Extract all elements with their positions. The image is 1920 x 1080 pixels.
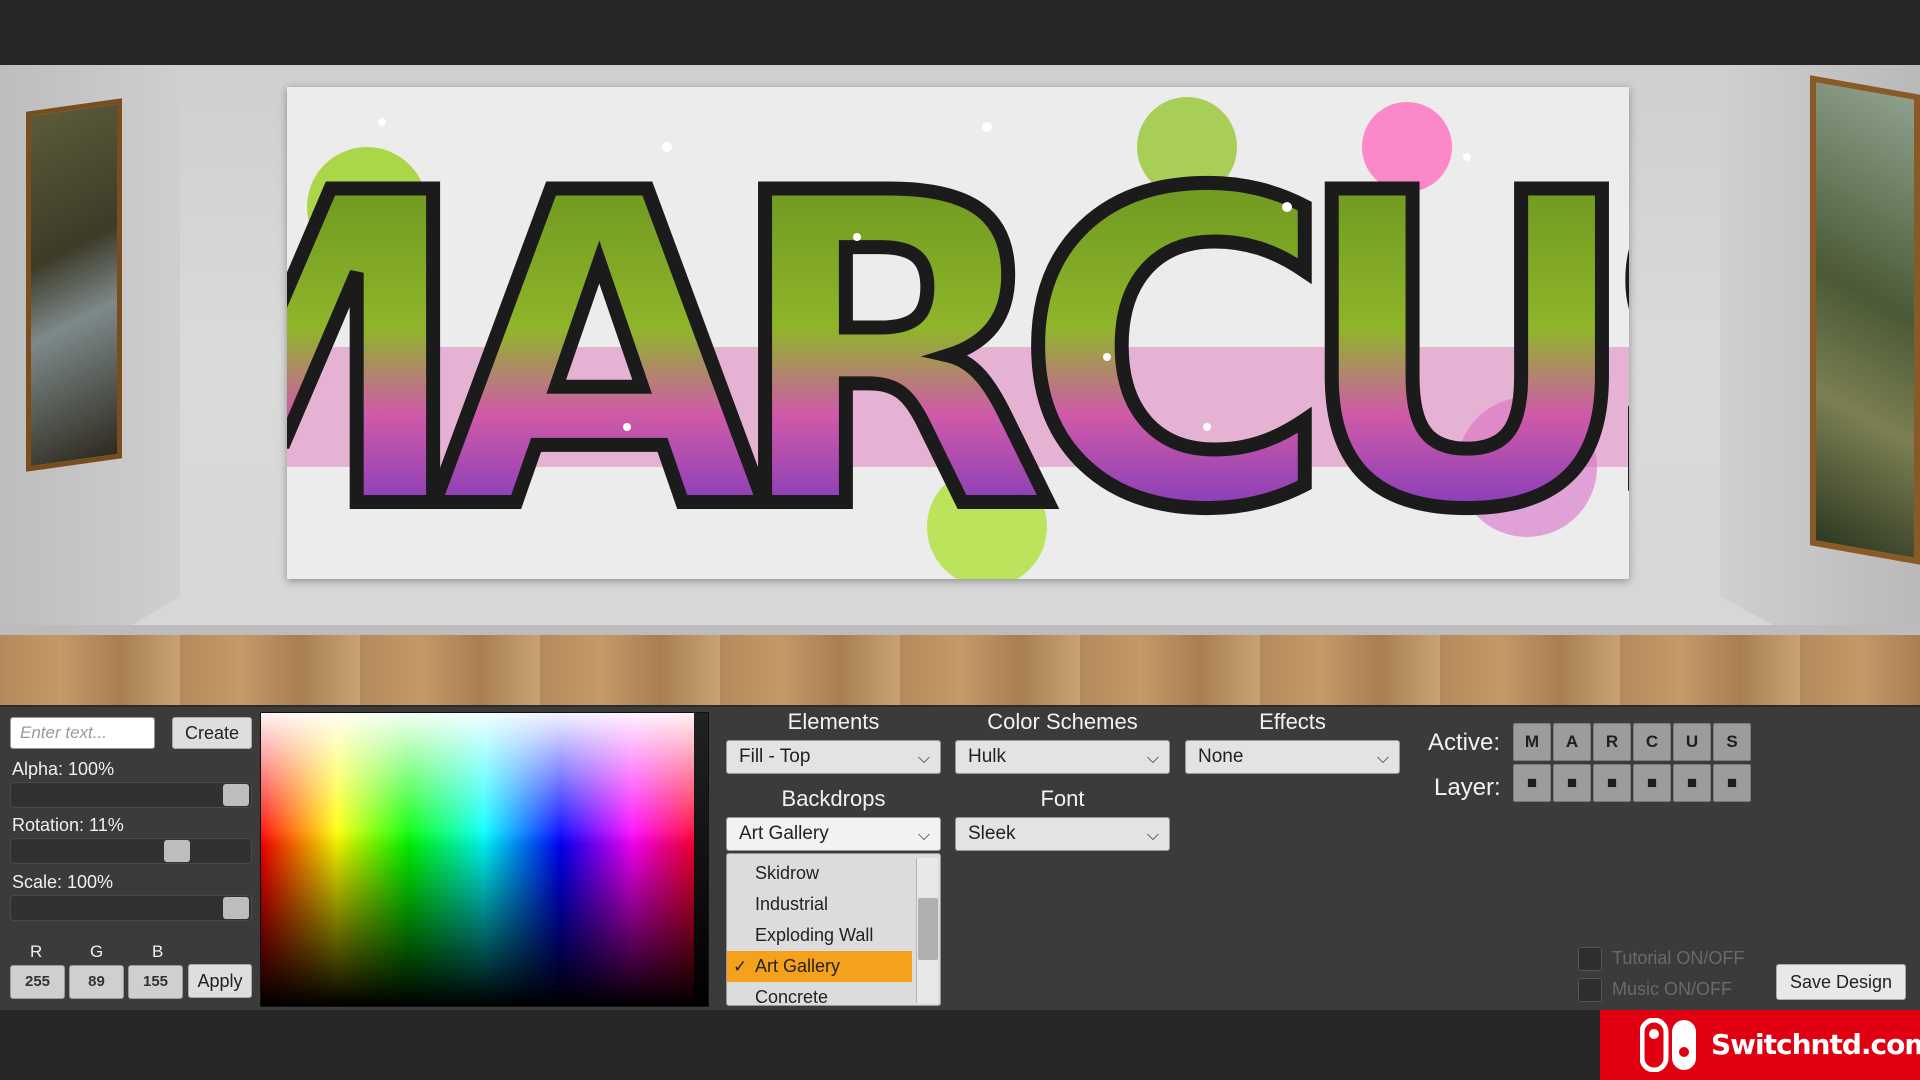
scale-slider-handle[interactable] <box>223 897 249 919</box>
backdrops-options-list[interactable]: Skidrow Industrial Exploding Wall ✓ Art … <box>726 853 941 1006</box>
tutorial-checkbox[interactable] <box>1578 947 1602 971</box>
layer-label: Layer: <box>1434 774 1501 801</box>
color-picker[interactable] <box>260 712 709 1007</box>
save-design-button[interactable]: Save Design <box>1776 964 1906 1000</box>
layer-button-s[interactable]: ■ <box>1713 764 1751 802</box>
scale-slider[interactable] <box>10 895 252 921</box>
backdrop-option-skidrow[interactable]: Skidrow <box>727 858 912 889</box>
effects-title: Effects <box>1259 709 1326 734</box>
elements-dropdown-value: Fill - Top <box>739 746 811 767</box>
chevron-down-icon: ⌵ <box>1376 750 1389 767</box>
r-value-field[interactable]: 255 <box>10 965 65 999</box>
backdrops-scrollbar-thumb[interactable] <box>918 898 938 960</box>
b-value-field[interactable]: 155 <box>128 965 183 999</box>
backdrops-dropdown[interactable]: Art Gallery ⌵ <box>726 817 941 851</box>
music-toggle-label: Music ON/OFF <box>1612 979 1732 999</box>
rotation-slider[interactable] <box>10 838 252 864</box>
layer-button-c[interactable]: ■ <box>1633 764 1671 802</box>
alpha-slider-handle[interactable] <box>223 784 249 806</box>
layer-button-r[interactable]: ■ <box>1593 764 1631 802</box>
font-title: Font <box>1040 786 1085 811</box>
apply-button[interactable]: Apply <box>188 964 252 998</box>
backdrop-option-concrete[interactable]: Concrete <box>727 982 912 1005</box>
rotation-slider-handle[interactable] <box>164 840 190 862</box>
top-bar <box>0 0 1920 65</box>
elements-dropdown[interactable]: Fill - Top ⌵ <box>726 740 941 774</box>
font-dropdown[interactable]: Sleek ⌵ <box>955 817 1170 851</box>
left-painting <box>26 98 122 472</box>
elements-title: Elements <box>787 709 880 734</box>
backdrop-option-exploding-wall[interactable]: Exploding Wall <box>727 920 912 951</box>
switch-logo-icon <box>1640 1018 1696 1072</box>
create-button[interactable]: Create <box>172 717 252 749</box>
brand-watermark: Switchntd.com <box>1600 1010 1920 1080</box>
rotation-label: Rotation: 11% <box>12 815 124 835</box>
brand-text: Switchntd.com <box>1711 1028 1920 1061</box>
color-picker-black-gradient <box>261 713 708 1006</box>
chevron-down-icon: ⌵ <box>1146 827 1159 844</box>
g-label: G <box>90 942 104 961</box>
editor-panel: Enter text... Create Alpha: 100% Rotatio… <box>0 705 1920 1010</box>
effects-dropdown-value: None <box>1198 746 1244 767</box>
music-checkbox[interactable] <box>1578 978 1602 1002</box>
active-letter-a[interactable]: A <box>1553 723 1591 761</box>
backdrop-option-art-gallery[interactable]: ✓ Art Gallery <box>727 951 912 982</box>
color-schemes-dropdown-value: Hulk <box>968 746 1007 767</box>
checkmark-icon: ✓ <box>733 957 748 976</box>
color-schemes-title: Color Schemes <box>987 709 1138 734</box>
alpha-label: Alpha: 100% <box>12 759 115 779</box>
text-input[interactable]: Enter text... <box>10 717 155 749</box>
g-value-field[interactable]: 89 <box>69 965 124 999</box>
wooden-floor <box>0 635 1920 705</box>
gallery-scene: MARCUS <box>0 65 1920 705</box>
color-schemes-dropdown[interactable]: Hulk ⌵ <box>955 740 1170 774</box>
backdrops-scrollbar[interactable] <box>916 858 938 1003</box>
layer-button-a[interactable]: ■ <box>1553 764 1591 802</box>
b-label: B <box>152 942 164 961</box>
chevron-down-icon: ⌵ <box>917 827 930 844</box>
layer-button-u[interactable]: ■ <box>1673 764 1711 802</box>
tutorial-toggle-label: Tutorial ON/OFF <box>1612 948 1745 968</box>
active-letter-s[interactable]: S <box>1713 723 1751 761</box>
graffiti-text: MARCUS <box>287 104 1629 579</box>
backdrop-option-art-gallery-label: Art Gallery <box>755 956 841 976</box>
graffiti-canvas[interactable]: MARCUS <box>287 87 1629 579</box>
graffiti-artwork: MARCUS <box>287 87 1629 579</box>
active-letter-r[interactable]: R <box>1593 723 1631 761</box>
scale-label: Scale: 100% <box>12 872 114 892</box>
active-letter-u[interactable]: U <box>1673 723 1711 761</box>
font-dropdown-value: Sleek <box>968 823 1016 844</box>
backdrops-title: Backdrops <box>781 786 886 811</box>
active-letter-c[interactable]: C <box>1633 723 1671 761</box>
chevron-down-icon: ⌵ <box>917 750 930 767</box>
layer-button-m[interactable]: ■ <box>1513 764 1551 802</box>
right-painting <box>1810 75 1920 565</box>
chevron-down-icon: ⌵ <box>1146 750 1159 767</box>
color-picker-strip <box>694 713 708 1006</box>
backdrop-option-industrial[interactable]: Industrial <box>727 889 912 920</box>
active-letter-m[interactable]: M <box>1513 723 1551 761</box>
backdrops-dropdown-value: Art Gallery <box>739 823 829 844</box>
effects-dropdown[interactable]: None ⌵ <box>1185 740 1400 774</box>
active-label: Active: <box>1428 729 1501 756</box>
r-label: R <box>30 942 43 961</box>
alpha-slider[interactable] <box>10 782 252 808</box>
